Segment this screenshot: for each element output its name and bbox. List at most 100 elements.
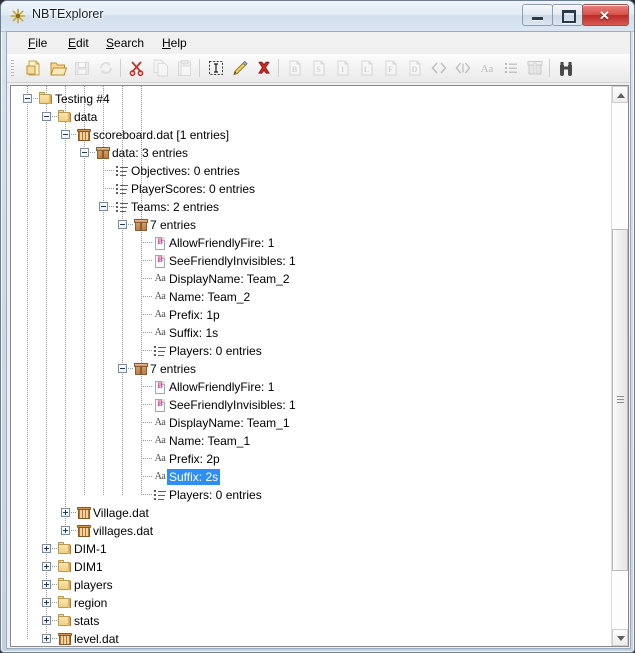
menu-item-edit[interactable]: Edit bbox=[61, 35, 96, 51]
expand-node-button[interactable] bbox=[42, 562, 51, 571]
node-type-folder-icon bbox=[57, 595, 73, 611]
menu-item-search[interactable]: Search bbox=[99, 35, 151, 51]
maximize-icon bbox=[562, 10, 576, 23]
toolbar-grip[interactable] bbox=[11, 60, 14, 76]
tree-node[interactable]: B AllowFriendlyFire: 1 bbox=[11, 234, 613, 252]
collapse-node-button[interactable] bbox=[42, 112, 51, 121]
tree-node[interactable]: level.dat bbox=[11, 630, 613, 646]
arrow-down-icon bbox=[617, 636, 625, 641]
toolbar-open-file-button[interactable] bbox=[23, 57, 45, 79]
expand-node-button[interactable] bbox=[42, 580, 51, 589]
tree-node-label: Players: 0 entries bbox=[169, 488, 262, 502]
tag-byte-icon: B bbox=[289, 60, 301, 76]
tree-node[interactable]: scoreboard.dat [1 entries] bbox=[11, 126, 613, 144]
tree-node[interactable]: 7 entries bbox=[11, 360, 613, 378]
toolbar-add-compound-button bbox=[524, 57, 546, 79]
tree-node[interactable]: players bbox=[11, 576, 613, 594]
tree-node[interactable]: B SeeFriendlyInvisibles: 1 bbox=[11, 252, 613, 270]
tree-node[interactable]: Aa Name: Team_1 bbox=[11, 432, 613, 450]
toolbar-edit-value-button[interactable] bbox=[229, 57, 251, 79]
collapse-node-button[interactable] bbox=[118, 364, 127, 373]
tree-node[interactable]: region bbox=[11, 594, 613, 612]
tree-node[interactable]: Aa DisplayName: Team_1 bbox=[11, 414, 613, 432]
tree-node[interactable]: Objectives: 0 entries bbox=[11, 162, 613, 180]
maximize-button[interactable] bbox=[552, 4, 583, 26]
tree-node[interactable]: Aa Name: Team_2 bbox=[11, 288, 613, 306]
tree-node[interactable]: stats bbox=[11, 612, 613, 630]
toolbar-rename-button[interactable] bbox=[205, 57, 227, 79]
text-cursor-icon bbox=[209, 61, 223, 75]
tree-node[interactable]: 7 entries bbox=[11, 216, 613, 234]
tree-node[interactable]: Players: 0 entries bbox=[11, 486, 613, 504]
svg-text:Aa: Aa bbox=[481, 63, 494, 75]
collapse-node-button[interactable] bbox=[23, 94, 32, 103]
expand-node-button[interactable] bbox=[61, 526, 70, 535]
close-button[interactable]: ✕ bbox=[582, 4, 629, 26]
scroll-down-button[interactable] bbox=[612, 629, 628, 646]
expand-node-button[interactable] bbox=[42, 598, 51, 607]
tree-node-label: data: 3 entries bbox=[112, 146, 189, 160]
tree-node[interactable]: villages.dat bbox=[11, 522, 613, 540]
scroll-up-button[interactable] bbox=[612, 86, 628, 103]
expand-node-button[interactable] bbox=[42, 616, 51, 625]
toolbar-delete-button[interactable] bbox=[253, 57, 275, 79]
tree-node[interactable]: Aa Prefix: 1p bbox=[11, 306, 613, 324]
collapse-node-button[interactable] bbox=[99, 202, 108, 211]
scrollbar-track-upper[interactable] bbox=[612, 103, 628, 229]
tree-node[interactable]: Village.dat bbox=[11, 504, 613, 522]
toolbar-find-button[interactable] bbox=[555, 57, 577, 79]
tree-node-label: data bbox=[74, 110, 98, 124]
toolbar-cut-button[interactable] bbox=[126, 57, 148, 79]
node-type-byte-icon: B bbox=[152, 379, 168, 395]
node-type-folder-icon bbox=[57, 577, 73, 593]
tree-node[interactable]: B SeeFriendlyInvisibles: 1 bbox=[11, 396, 613, 414]
tree-node[interactable]: Players: 0 entries bbox=[11, 342, 613, 360]
tree-node[interactable]: Teams: 2 entries bbox=[11, 198, 613, 216]
title-bar[interactable]: NBTExplorer ✕ bbox=[1, 1, 634, 32]
minimize-button[interactable] bbox=[522, 4, 553, 26]
node-type-list-icon bbox=[114, 163, 130, 179]
vertical-scrollbar[interactable] bbox=[611, 86, 628, 646]
tree-node[interactable]: data bbox=[11, 108, 613, 126]
node-type-folder-icon bbox=[57, 541, 73, 557]
tree-node[interactable]: Aa Suffix: 1s bbox=[11, 324, 613, 342]
node-type-string-icon: Aa bbox=[154, 273, 166, 284]
scrollbar-track-lower[interactable] bbox=[612, 571, 628, 629]
toolbar-separator bbox=[120, 59, 121, 77]
tree-node[interactable]: Aa Suffix: 2s bbox=[11, 468, 613, 486]
scissors-icon bbox=[129, 61, 144, 77]
collapse-node-button[interactable] bbox=[80, 148, 89, 157]
tree-node[interactable]: DIM-1 bbox=[11, 540, 613, 558]
expand-node-button[interactable] bbox=[42, 544, 51, 553]
red-x-icon bbox=[258, 61, 270, 74]
toolbar-open-folder-button[interactable] bbox=[47, 57, 69, 79]
node-type-folder-icon bbox=[57, 109, 73, 125]
tree-node[interactable]: data: 3 entries bbox=[11, 144, 613, 162]
tree-node-label: Suffix: 2s bbox=[167, 469, 221, 485]
menu-item-file[interactable]: File bbox=[21, 35, 54, 51]
node-type-string-icon: Aa bbox=[154, 471, 166, 482]
refresh-icon bbox=[99, 61, 113, 75]
expand-node-button[interactable] bbox=[42, 634, 51, 643]
nbt-tree-view[interactable]: Testing #4 data scoreboard.dat [1 entries]… bbox=[11, 86, 613, 646]
collapse-node-button[interactable] bbox=[118, 220, 127, 229]
node-type-list-icon bbox=[114, 181, 130, 197]
tree-node[interactable]: DIM1 bbox=[11, 558, 613, 576]
expand-node-button[interactable] bbox=[61, 508, 70, 517]
tree-node[interactable]: PlayerScores: 0 entries bbox=[11, 180, 613, 198]
nbtexplorer-window: NBTExplorer ✕ File Edit Search Help B S I L F D A… bbox=[0, 0, 635, 653]
tree-connector-line bbox=[141, 404, 152, 405]
thumb-grip-icon bbox=[617, 396, 624, 404]
node-type-dat-icon bbox=[76, 523, 92, 539]
tree-node[interactable]: B AllowFriendlyFire: 1 bbox=[11, 378, 613, 396]
menu-item-help[interactable]: Help bbox=[155, 35, 194, 51]
scrollbar-thumb[interactable] bbox=[612, 229, 628, 571]
node-type-list-icon bbox=[152, 487, 168, 503]
collapse-node-button[interactable] bbox=[61, 130, 70, 139]
tree-node[interactable]: Aa Prefix: 2p bbox=[11, 450, 613, 468]
tree-node[interactable]: Aa DisplayName: Team_2 bbox=[11, 270, 613, 288]
node-type-list-icon bbox=[114, 199, 130, 215]
tree-node-label: level.dat bbox=[74, 632, 119, 646]
tree-node[interactable]: Testing #4 bbox=[11, 90, 613, 108]
tree-connector-line bbox=[141, 242, 152, 243]
